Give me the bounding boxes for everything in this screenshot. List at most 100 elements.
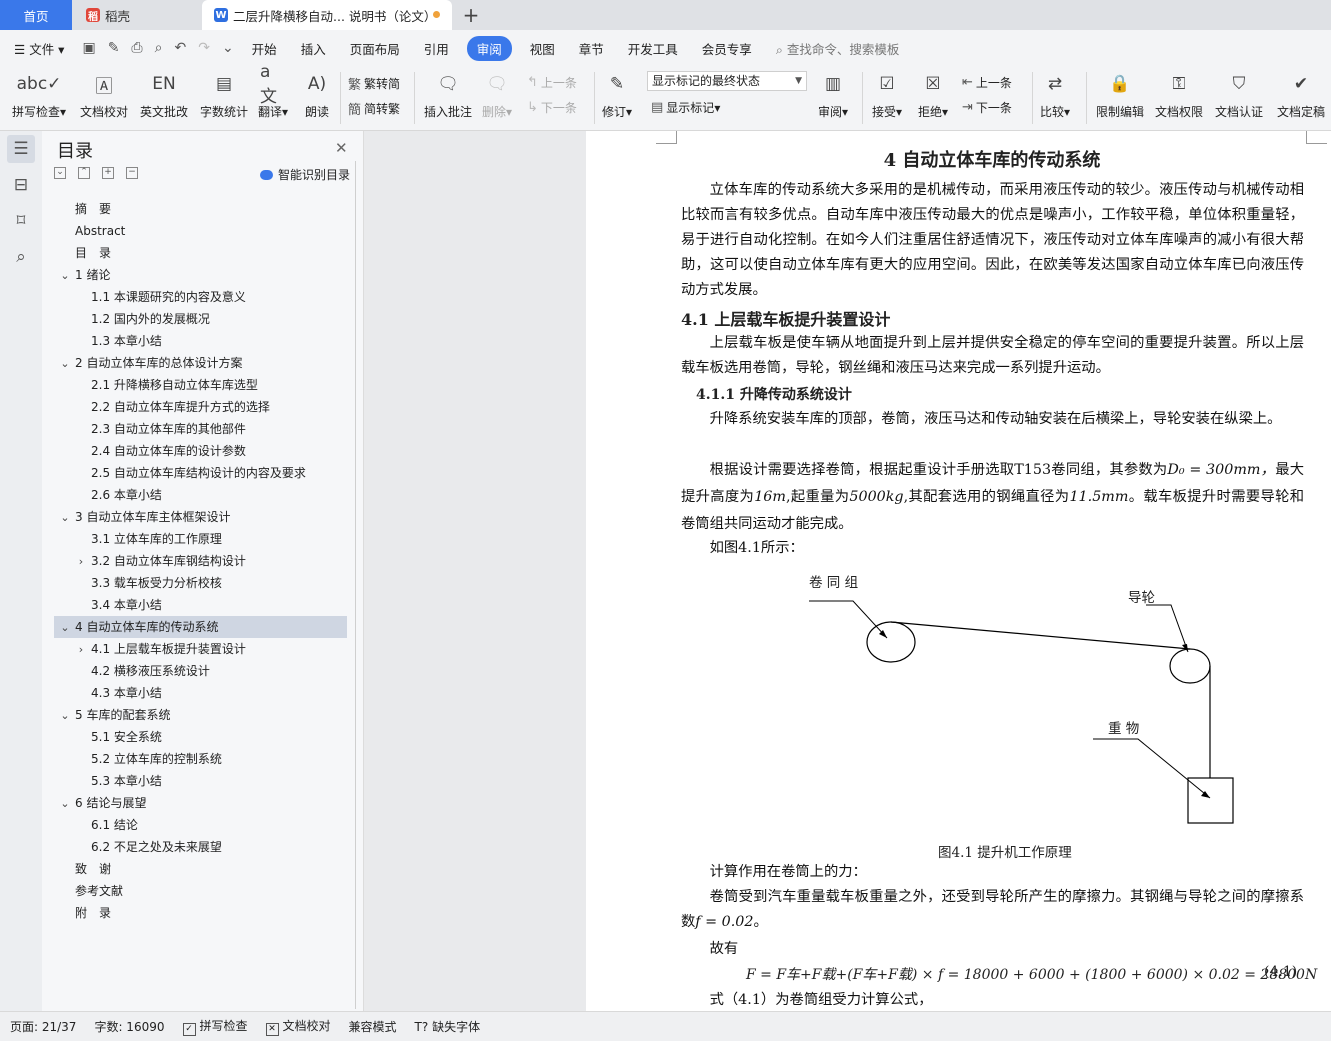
toc-icon[interactable]: ☰ <box>7 135 35 163</box>
compat-mode[interactable]: 兼容模式 <box>349 1018 397 1035</box>
collapse-all-icon[interactable]: ⌃ <box>78 167 90 179</box>
to-simplified-button[interactable]: 簡简转繁 <box>348 99 400 118</box>
doc-permission-button[interactable]: ⚿ 文档权限 <box>1155 70 1203 120</box>
chevron-down-icon[interactable]: ⌄ <box>59 621 71 634</box>
add-heading-icon[interactable]: + <box>102 167 114 179</box>
toc-item[interactable]: 2.3 自动立体车库的其他部件 <box>91 418 246 440</box>
missing-font-status[interactable]: T? 缺失字体 <box>415 1018 481 1035</box>
toc-item[interactable]: 3.3 载车板受力分析校核 <box>91 572 222 594</box>
undo-icon[interactable]: ↶ <box>168 40 192 56</box>
menu-start[interactable]: 开始 <box>240 39 289 58</box>
toc-scrollbar[interactable] <box>355 161 356 1009</box>
menu-devtools[interactable]: 开发工具 <box>616 39 690 58</box>
menu-insert[interactable]: 插入 <box>289 39 338 58</box>
chevron-right-icon[interactable]: › <box>75 555 87 568</box>
close-icon[interactable]: ✕ <box>335 139 348 157</box>
to-traditional-button[interactable]: 繁繁转简 <box>348 74 400 93</box>
read-aloud-button[interactable]: A) 朗读 <box>304 70 330 120</box>
toc-item[interactable]: 1.1 本课题研究的内容及意义 <box>91 286 246 308</box>
review-pane-button[interactable]: ▥ 审阅▾ <box>818 70 848 120</box>
next-change-button[interactable]: ⇥ 下一条 <box>962 99 1012 116</box>
english-review-button[interactable]: EN 英文批改 <box>140 70 188 120</box>
toc-item[interactable]: 4.2 横移液压系统设计 <box>91 660 210 682</box>
reject-button[interactable]: ☒ 拒绝▾ <box>918 70 948 120</box>
tab-document[interactable]: W 二层升降横移自动... 说明书（论文） <box>202 0 452 30</box>
toc-item[interactable]: 5.2 立体车库的控制系统 <box>91 748 222 770</box>
toc-item[interactable]: 5.1 安全系统 <box>91 726 162 748</box>
next-comment-button[interactable]: ↳ 下一条 <box>527 99 577 116</box>
toc-item[interactable]: 5.3 本章小结 <box>91 770 162 792</box>
toc-item[interactable]: 目 录 <box>75 242 111 264</box>
page-indicator[interactable]: 页面: 21/37 <box>10 1018 76 1035</box>
show-markup-button[interactable]: ▤ 显示标记 ▾ <box>651 99 720 116</box>
new-tab-button[interactable]: + <box>458 0 484 30</box>
restrict-edit-button[interactable]: 🔒 限制编辑 <box>1096 70 1144 120</box>
find-icon[interactable]: ⌕ <box>7 243 35 271</box>
spell-check-button[interactable]: abc✓ 拼写检查▾ <box>12 70 66 120</box>
insert-comment-button[interactable]: 🗨 插入批注 <box>424 70 472 120</box>
file-menu[interactable]: ☰ 文件 ▾ <box>0 39 76 58</box>
chevron-right-icon[interactable]: › <box>75 643 87 656</box>
doc-proof-status[interactable]: ✕ 文档校对 <box>265 1017 331 1036</box>
tab-home[interactable]: 首页 <box>0 0 72 30</box>
remove-heading-icon[interactable]: − <box>126 167 138 179</box>
chevron-down-icon[interactable]: ⌄ <box>59 511 71 524</box>
markup-mode-select[interactable]: 显示标记的最终状态 ▼ <box>647 71 807 91</box>
toc-item[interactable]: 2.5 自动立体车库结构设计的内容及要求 <box>91 462 306 484</box>
doc-final-button[interactable]: ✔ 文档定稿 <box>1277 70 1325 120</box>
chevron-down-icon[interactable]: ⌄ <box>59 269 71 282</box>
toc-item[interactable]: 摘 要 <box>75 198 111 220</box>
document-page[interactable]: 4 自动立体车库的传动系统 立体车库的传动系统大多采用的是机械传动，而采用液压传… <box>586 131 1331 1011</box>
toc-item[interactable]: 3 自动立体车库主体框架设计 <box>75 506 230 528</box>
menu-reference[interactable]: 引用 <box>412 39 461 58</box>
toc-item[interactable]: 6 结论与展望 <box>75 792 146 814</box>
spell-check-status[interactable]: ✓ 拼写检查 <box>182 1017 248 1036</box>
smart-toc-button[interactable]: 智能识别目录 <box>260 166 350 183</box>
menu-layout[interactable]: 页面布局 <box>338 39 412 58</box>
doc-proof-button[interactable]: 🄰 文档校对 <box>80 70 128 120</box>
toc-item[interactable]: 1.2 国内外的发展概况 <box>91 308 210 330</box>
toc-item[interactable]: 4 自动立体车库的传动系统 <box>75 616 218 638</box>
chevron-down-icon[interactable]: ⌄ <box>59 709 71 722</box>
toc-item[interactable]: 1.3 本章小结 <box>91 330 162 352</box>
command-search[interactable]: ⌕ 查找命令、搜索模板 <box>776 39 900 58</box>
toc-item[interactable]: 2.4 自动立体车库的设计参数 <box>91 440 246 462</box>
toc-item[interactable]: 2.1 升降横移自动立体车库选型 <box>91 374 258 396</box>
menu-member[interactable]: 会员专享 <box>690 39 764 58</box>
doc-cert-button[interactable]: ⛉ 文档认证 <box>1215 70 1263 120</box>
chevron-down-icon[interactable]: ⌄ <box>59 357 71 370</box>
menu-view[interactable]: 视图 <box>518 39 567 58</box>
expand-all-icon[interactable]: ⌄ <box>54 167 66 179</box>
prev-change-button[interactable]: ⇤ 上一条 <box>962 74 1012 91</box>
toc-item[interactable]: Abstract <box>75 220 125 242</box>
accept-button[interactable]: ☑ 接受▾ <box>872 70 902 120</box>
toc-item[interactable]: 2.2 自动立体车库提升方式的选择 <box>91 396 270 418</box>
chevron-down-icon[interactable]: ⌄ <box>59 797 71 810</box>
save-icon[interactable]: ▣ <box>76 40 101 56</box>
chapter-nav-icon[interactable]: ⊟ <box>7 171 35 199</box>
print-icon[interactable]: ⎙ <box>125 40 148 56</box>
toc-item[interactable]: 参考文献 <box>75 880 123 902</box>
translate-button[interactable]: a文 翻译▾ <box>258 62 288 120</box>
toc-item[interactable]: 2.6 本章小结 <box>91 484 162 506</box>
toc-item[interactable]: 3.2 自动立体车库钢结构设计 <box>91 550 246 572</box>
track-changes-button[interactable]: ✎ 修订▾ <box>602 70 632 120</box>
compare-button[interactable]: ⇄ 比较▾ <box>1040 70 1070 120</box>
toc-item[interactable]: 5 车库的配套系统 <box>75 704 170 726</box>
redo-icon[interactable]: ↷ <box>192 40 216 56</box>
delete-comment-button[interactable]: 🗨 删除▾ <box>482 70 512 120</box>
word-count-indicator[interactable]: 字数: 16090 <box>94 1018 164 1035</box>
print-preview-icon[interactable]: ⌕ <box>149 40 169 56</box>
menu-section[interactable]: 章节 <box>567 39 616 58</box>
toc-item[interactable]: 附 录 <box>75 902 111 924</box>
customize-icon[interactable]: ⌄ <box>216 40 240 56</box>
toc-item[interactable]: 4.1 上层载车板提升装置设计 <box>91 638 246 660</box>
toc-item[interactable]: 3.1 立体车库的工作原理 <box>91 528 222 550</box>
bookmark-icon[interactable]: ⌑ <box>7 207 35 235</box>
toc-item[interactable]: 1 绪论 <box>75 264 110 286</box>
word-count-button[interactable]: ▤ 字数统计 <box>200 70 248 120</box>
menu-review[interactable]: 审阅 <box>466 35 512 61</box>
tab-daoke[interactable]: 稻 稻壳 <box>72 0 202 30</box>
toc-item[interactable]: 6.2 不足之处及未来展望 <box>91 836 222 858</box>
toc-item[interactable]: 4.3 本章小结 <box>91 682 162 704</box>
